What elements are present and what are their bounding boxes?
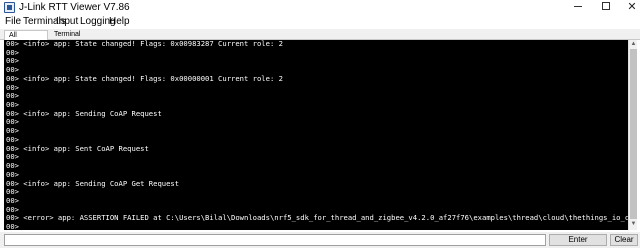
menu-bar: File Terminals Input Logging Help: [0, 15, 640, 29]
terminal-tab-bar: All Terminals Terminal 0: [0, 29, 640, 48]
vertical-scrollbar[interactable]: ▲ ▼: [628, 40, 637, 230]
terminal-line: 00> <error> app: ASSERTION FAILED at C:\…: [6, 213, 628, 223]
scroll-up-arrow-icon[interactable]: ▲: [630, 41, 637, 48]
terminal-line: 00>: [6, 126, 19, 136]
terminal-line: 00>: [6, 56, 19, 66]
terminal-output[interactable]: 00> <info> app: State changed! Flags: 0x…: [4, 40, 628, 230]
terminal-line: 00>: [6, 222, 19, 230]
terminal-line: 00>: [6, 161, 19, 171]
maximize-icon: [602, 2, 610, 11]
terminal-input-field[interactable]: [4, 234, 546, 246]
terminal-line: 00>: [6, 195, 19, 205]
terminal-line: 00>: [6, 47, 19, 57]
tab-all-terminals[interactable]: All Terminals: [4, 30, 48, 48]
tab-terminal-0[interactable]: Terminal 0: [50, 30, 86, 47]
title-bar: J-Link RTT Viewer V7.86 ✕: [0, 0, 640, 15]
terminal-line: 00> <info> app: Sending CoAP Request: [6, 108, 162, 118]
terminal-line: 00> <info> app: Sending CoAP Get Request: [6, 178, 180, 188]
minimize-button[interactable]: [563, 0, 593, 15]
terminal-line: 00> <info> app: Sent CoAP Request: [6, 143, 149, 153]
scroll-thumb[interactable]: [630, 49, 637, 219]
input-bar: Enter Clear: [0, 232, 640, 248]
terminal-line: 00> <info> app: State changed! Flags: 0x…: [6, 40, 283, 48]
close-button[interactable]: ✕: [617, 0, 640, 15]
app-icon: [4, 2, 15, 13]
menu-input[interactable]: Input: [56, 15, 78, 28]
terminal-lines: 00> <info> app: State changed! Flags: 0x…: [4, 40, 628, 230]
terminal-line: 00>: [6, 82, 19, 92]
terminal-line: 00>: [6, 117, 19, 127]
terminal-line: 00> <info> app: State changed! Flags: 0x…: [6, 73, 283, 83]
window-title: J-Link RTT Viewer V7.86: [19, 2, 130, 13]
menu-help[interactable]: Help: [109, 15, 130, 28]
close-icon: ✕: [627, 1, 637, 13]
terminal-line: 00>: [6, 91, 19, 101]
terminal-line: 00>: [6, 187, 19, 197]
menu-file[interactable]: File: [5, 15, 21, 28]
minimize-icon: [574, 5, 582, 7]
enter-button[interactable]: Enter: [549, 234, 607, 246]
clear-button[interactable]: Clear: [610, 234, 638, 246]
terminal-line: 00>: [6, 152, 19, 162]
scroll-down-arrow-icon[interactable]: ▼: [630, 221, 637, 228]
